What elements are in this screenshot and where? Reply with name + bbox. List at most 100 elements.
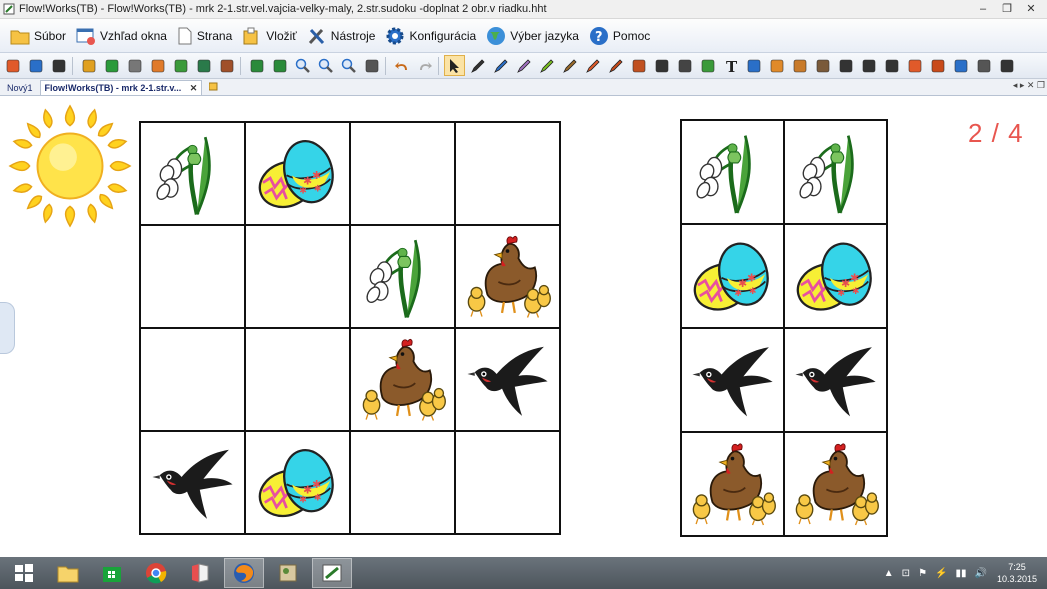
palette-cell[interactable] bbox=[680, 431, 785, 537]
close-button[interactable]: ✕ bbox=[1019, 0, 1043, 18]
tool-pan-button[interactable] bbox=[361, 55, 382, 76]
snowdrop-picture[interactable] bbox=[687, 126, 778, 218]
tool-select-button[interactable] bbox=[444, 55, 465, 76]
tool-film-button[interactable] bbox=[674, 55, 695, 76]
taskbar-firefox[interactable] bbox=[224, 558, 264, 588]
tool-shape-button[interactable] bbox=[651, 55, 672, 76]
sudoku-cell[interactable] bbox=[349, 430, 456, 535]
tab-new1[interactable]: Nový1 bbox=[3, 81, 37, 95]
tool-image-2-button[interactable] bbox=[193, 55, 214, 76]
tool-zoom-fit-button[interactable] bbox=[338, 55, 359, 76]
tool-marker-button[interactable] bbox=[513, 55, 534, 76]
egg-picture[interactable] bbox=[251, 437, 344, 528]
tool-picture-button[interactable] bbox=[697, 55, 718, 76]
tool-frame-button[interactable] bbox=[973, 55, 994, 76]
sudoku-cell[interactable] bbox=[244, 327, 351, 432]
tool-spotlight-button[interactable] bbox=[950, 55, 971, 76]
sudoku-cell[interactable] bbox=[349, 224, 456, 329]
tab-add[interactable] bbox=[205, 81, 223, 95]
sudoku-cell[interactable] bbox=[454, 121, 561, 226]
snowdrop-picture[interactable] bbox=[146, 128, 239, 219]
taskbar-chrome[interactable] bbox=[136, 558, 176, 588]
tool-zoom-in-button[interactable] bbox=[292, 55, 313, 76]
tool-lines-2-button[interactable] bbox=[881, 55, 902, 76]
tool-pen-button[interactable] bbox=[467, 55, 488, 76]
palette-cell[interactable] bbox=[680, 327, 785, 433]
menu-insert[interactable]: Vložiť bbox=[242, 21, 297, 51]
tray-flag-icon[interactable]: ⚑ bbox=[918, 568, 927, 579]
tool-pen-2-button[interactable] bbox=[559, 55, 580, 76]
tool-palette-button[interactable] bbox=[789, 55, 810, 76]
tool-phone-button[interactable] bbox=[996, 55, 1017, 76]
tray-power-icon[interactable]: ⚡ bbox=[935, 568, 947, 579]
swallow-picture[interactable] bbox=[790, 334, 881, 426]
sudoku-cell[interactable] bbox=[139, 121, 246, 226]
sudoku-cell[interactable] bbox=[349, 121, 456, 226]
taskbar-ebook-reader[interactable] bbox=[180, 558, 220, 588]
tool-lines-button[interactable] bbox=[835, 55, 856, 76]
whiteboard-canvas[interactable]: 2 / 4 bbox=[0, 96, 1047, 557]
tab-navigation[interactable]: ◂ ▸ ✕ ❐ bbox=[1013, 80, 1045, 91]
palette-cell[interactable] bbox=[783, 223, 888, 329]
tool-brush-button[interactable] bbox=[490, 55, 511, 76]
egg-picture[interactable] bbox=[687, 230, 778, 322]
sudoku-cell[interactable] bbox=[139, 224, 246, 329]
tool-pattern-button[interactable] bbox=[812, 55, 833, 76]
hen-picture[interactable] bbox=[790, 438, 881, 530]
tool-feather-button[interactable] bbox=[605, 55, 626, 76]
tool-undo-button[interactable] bbox=[391, 55, 412, 76]
taskbar-flowworks[interactable] bbox=[312, 558, 352, 588]
tool-text-button[interactable]: T bbox=[720, 55, 741, 76]
sudoku-cell[interactable] bbox=[454, 224, 561, 329]
tool-dashes-button[interactable] bbox=[858, 55, 879, 76]
minimize-button[interactable]: – bbox=[971, 0, 995, 18]
sudoku-cell[interactable] bbox=[244, 430, 351, 535]
tool-refresh-button[interactable] bbox=[2, 55, 23, 76]
tool-highlighter-button[interactable] bbox=[536, 55, 557, 76]
menu-tools[interactable]: Nástroje bbox=[307, 21, 375, 51]
menu-page[interactable]: Strana bbox=[177, 21, 232, 51]
tool-camera-button[interactable] bbox=[904, 55, 925, 76]
tool-shapes-x-button[interactable] bbox=[743, 55, 764, 76]
tool-image-button[interactable] bbox=[170, 55, 191, 76]
tool-redo-button[interactable] bbox=[414, 55, 435, 76]
side-panel-handle[interactable] bbox=[0, 302, 15, 354]
tray-show-hidden-icon[interactable]: ▲ bbox=[884, 568, 894, 579]
tool-edit-button[interactable] bbox=[78, 55, 99, 76]
palette-cell[interactable] bbox=[783, 119, 888, 225]
taskbar-file-explorer[interactable] bbox=[48, 558, 88, 588]
tool-fullscreen-button[interactable] bbox=[25, 55, 46, 76]
taskbar-image-viewer[interactable] bbox=[268, 558, 308, 588]
tool-eraser-button[interactable] bbox=[628, 55, 649, 76]
swallow-picture[interactable] bbox=[461, 334, 554, 425]
menu-configuration[interactable]: Konfigurácia bbox=[385, 21, 476, 51]
swallow-picture[interactable] bbox=[146, 437, 239, 528]
tray-network-icon[interactable]: ▮▮ bbox=[955, 568, 966, 579]
tool-next-page-button[interactable] bbox=[269, 55, 290, 76]
egg-picture[interactable] bbox=[251, 128, 344, 219]
tool-new-page-button[interactable] bbox=[101, 55, 122, 76]
tool-delete-page-button[interactable] bbox=[124, 55, 145, 76]
restore-button[interactable]: ❐ bbox=[995, 0, 1019, 18]
snowdrop-picture[interactable] bbox=[356, 231, 449, 322]
menu-file[interactable]: Súbor bbox=[10, 21, 66, 51]
sudoku-cell[interactable] bbox=[349, 327, 456, 432]
sudoku-cell[interactable] bbox=[139, 327, 246, 432]
sudoku-cell[interactable] bbox=[139, 430, 246, 535]
menu-help[interactable]: ? Pomoc bbox=[589, 21, 650, 51]
hen-picture[interactable] bbox=[356, 334, 449, 425]
palette-cell[interactable] bbox=[680, 223, 785, 329]
sudoku-cell[interactable] bbox=[244, 121, 351, 226]
palette-cell[interactable] bbox=[680, 119, 785, 225]
clock[interactable]: 7:25 10.3.2015 bbox=[997, 561, 1037, 585]
tab-active-document[interactable]: Flow!Works(TB) - mrk 2-1.str.v... ✕ bbox=[39, 80, 203, 95]
tool-window-button[interactable] bbox=[48, 55, 69, 76]
sudoku-cell[interactable] bbox=[454, 327, 561, 432]
tool-ruler-button[interactable] bbox=[766, 55, 787, 76]
menu-window-view[interactable]: Vzhľad okna bbox=[76, 21, 167, 51]
sudoku-cell[interactable] bbox=[244, 224, 351, 329]
swallow-picture[interactable] bbox=[687, 334, 778, 426]
tool-magic-button[interactable] bbox=[927, 55, 948, 76]
tray-volume-icon[interactable]: 🔊 bbox=[975, 568, 987, 579]
hen-picture[interactable] bbox=[461, 231, 554, 322]
